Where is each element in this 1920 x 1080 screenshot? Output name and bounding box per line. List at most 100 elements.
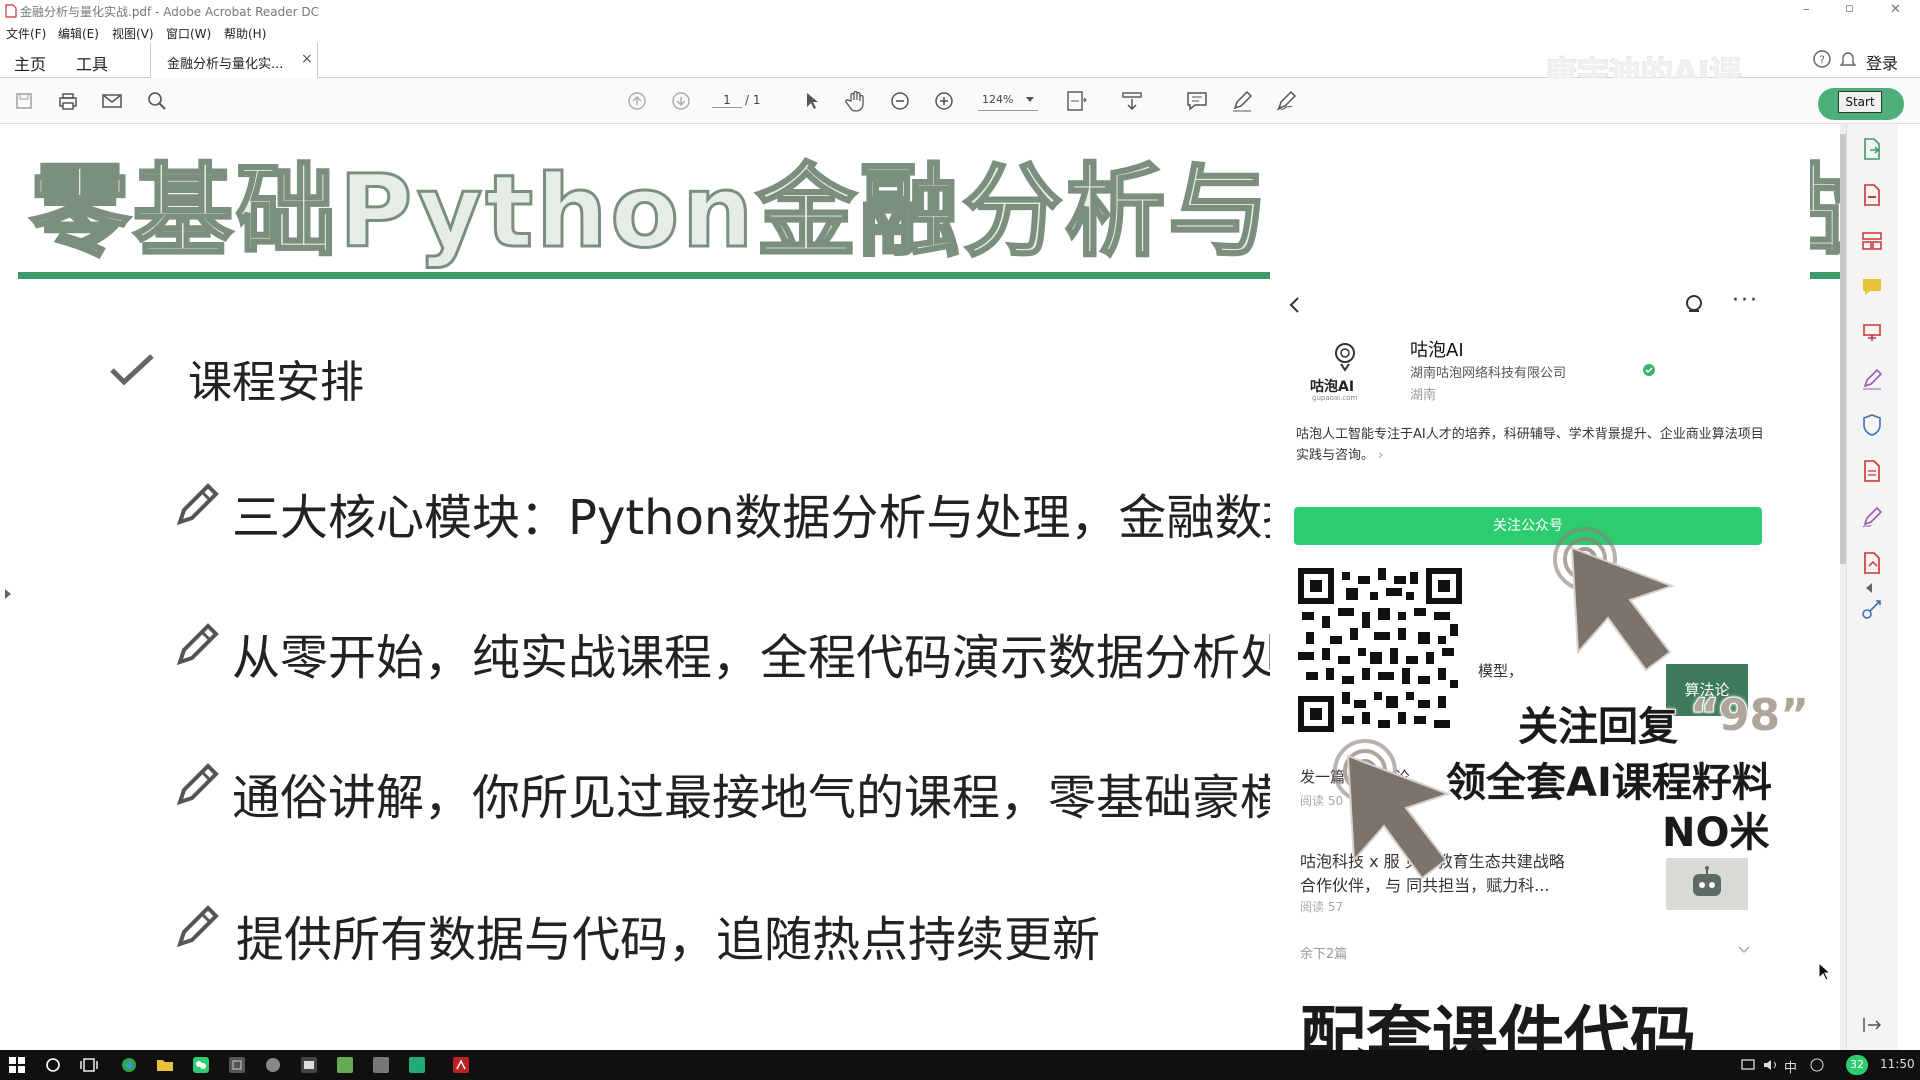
minimize-button[interactable]: – xyxy=(1803,2,1810,17)
close-tab-button[interactable]: × xyxy=(301,51,313,67)
edit-pdf-icon[interactable] xyxy=(1859,504,1885,530)
mouse-pointer-icon xyxy=(1818,962,1832,982)
scroll-mode-icon[interactable] xyxy=(1120,89,1144,113)
description-text: 咕泡人工智能专注于AI人才的培养，科研辅导、学术背景提升、企业商业算法项目实践与… xyxy=(1296,427,1764,463)
sign-icon[interactable] xyxy=(1274,89,1298,113)
account-name: 咕泡AI xyxy=(1410,340,1464,361)
zoom-in-icon[interactable] xyxy=(932,89,956,113)
select-cursor-icon[interactable] xyxy=(800,89,824,113)
folder-app-icon[interactable] xyxy=(156,1056,174,1074)
follow-button[interactable]: 关注公众号 xyxy=(1294,507,1762,545)
login-link[interactable]: 登录 xyxy=(1866,50,1898,74)
window-title: 金融分析与量化实战.pdf - Adobe Acrobat Reader DC xyxy=(20,5,320,19)
menu-window[interactable]: 窗口(W) xyxy=(166,25,211,42)
document-view: 零基础Python金融分析与量化交易实战 课程安排 三大核心模块：Python数… xyxy=(0,124,1846,1050)
bell-icon[interactable] xyxy=(1840,50,1856,68)
volume-icon[interactable] xyxy=(1762,1056,1780,1074)
chevron-down-icon[interactable] xyxy=(1738,946,1750,954)
organize-pages-icon[interactable] xyxy=(1859,228,1885,254)
tab-tools[interactable]: 工具 xyxy=(76,51,108,75)
left-panel-toggle-icon[interactable] xyxy=(4,588,12,600)
search-icon[interactable] xyxy=(145,89,169,113)
highlight-pen-icon[interactable] xyxy=(1230,89,1254,113)
input-language[interactable]: 中 xyxy=(1784,1057,1797,1076)
logo-sub: gupaoai.com xyxy=(1312,394,1358,402)
more-icon[interactable]: ··· xyxy=(1732,288,1759,313)
export-pdf-icon[interactable] xyxy=(1859,136,1885,162)
maximize-button[interactable]: ▫ xyxy=(1845,1,1854,16)
bullet-item: 从零开始，纯实战课程，全程代码演示数据分析处理 xyxy=(232,630,1337,686)
region: 湖南 xyxy=(1410,388,1437,403)
network-icon[interactable] xyxy=(1740,1056,1758,1074)
pdf-app-icon xyxy=(5,4,17,18)
hand-tool-icon[interactable] xyxy=(844,89,868,113)
save-icon[interactable] xyxy=(12,89,36,113)
chrome-app-icon[interactable] xyxy=(120,1056,138,1074)
account-description: 咕泡人工智能专注于AI人才的培养，科研辅导、学术背景提升、企业商业算法项目实践与… xyxy=(1296,424,1766,466)
zoom-out-icon[interactable] xyxy=(888,89,912,113)
menu-file[interactable]: 文件(F) xyxy=(6,25,46,42)
bullet-item: 三大核心模块：Python数据分析与处理，金融数据分 xyxy=(232,490,1359,546)
remaining-articles[interactable]: 余下2篇 xyxy=(1300,943,1347,962)
taskbar: 中 32 11:50 xyxy=(0,1050,1920,1080)
page-down-icon[interactable] xyxy=(669,89,693,113)
tray-badge[interactable]: 32 xyxy=(1846,1055,1868,1075)
zoom-select[interactable]: 124% xyxy=(978,91,1038,111)
chevron-down-icon xyxy=(1026,97,1034,103)
arrow-cursor-icon xyxy=(1344,752,1456,882)
tool-app-icon[interactable] xyxy=(228,1056,246,1074)
app-icon[interactable] xyxy=(336,1056,354,1074)
right-tools-pane xyxy=(1846,124,1898,1050)
clock[interactable]: 11:50 xyxy=(1880,1057,1915,1071)
task-view-icon[interactable] xyxy=(80,1056,98,1074)
back-icon[interactable] xyxy=(1288,296,1300,314)
collapse-pane-icon[interactable] xyxy=(1865,582,1873,594)
create-pdf-icon[interactable] xyxy=(1859,182,1885,208)
close-window-button[interactable]: ✕ xyxy=(1890,2,1901,17)
app-icon[interactable] xyxy=(408,1056,426,1074)
protect-icon[interactable] xyxy=(1859,412,1885,438)
qr-code xyxy=(1298,568,1462,732)
menu-edit[interactable]: 编辑(E) xyxy=(58,25,99,42)
robot-thumbnail xyxy=(1666,858,1748,910)
help-icon[interactable]: ? xyxy=(1812,49,1832,69)
print-icon[interactable] xyxy=(56,89,80,113)
menu-help[interactable]: 帮助(H) xyxy=(224,25,266,42)
email-icon[interactable] xyxy=(100,89,124,113)
zoom-value: 124% xyxy=(982,93,1014,106)
checkmark-icon xyxy=(108,352,156,388)
article-reads: 阅读 57 xyxy=(1300,900,1344,914)
fill-sign-icon[interactable] xyxy=(1859,366,1885,392)
page-up-icon[interactable] xyxy=(625,89,649,113)
tab-home[interactable]: 主页 xyxy=(14,51,46,75)
fit-page-icon[interactable] xyxy=(1064,89,1088,113)
scan-icon[interactable] xyxy=(1859,458,1885,484)
app-icon[interactable] xyxy=(264,1056,282,1074)
comment-tool-icon[interactable] xyxy=(1859,274,1885,300)
pencil-icon xyxy=(172,900,224,952)
send-pdf-icon[interactable] xyxy=(1859,550,1885,576)
page-total: / 1 xyxy=(745,93,761,107)
ime-icon[interactable] xyxy=(1808,1056,1826,1074)
chevron-right-icon[interactable]: › xyxy=(1378,448,1383,463)
menu-view[interactable]: 视图(V) xyxy=(112,25,154,42)
pencil-icon xyxy=(172,758,224,810)
exit-pane-icon[interactable] xyxy=(1859,1012,1885,1038)
acrobat-app-icon[interactable] xyxy=(452,1056,470,1074)
title-bar: 金融分析与量化实战.pdf - Adobe Acrobat Reader DC … xyxy=(0,0,1920,22)
windows-start-icon[interactable] xyxy=(8,1056,26,1074)
caption: 配套课件代码 xyxy=(1299,998,1698,1051)
app-icon[interactable] xyxy=(300,1056,318,1074)
search-icon[interactable] xyxy=(1684,294,1706,316)
search-icon[interactable] xyxy=(44,1056,62,1074)
share-review-icon[interactable] xyxy=(1859,320,1885,346)
start-button[interactable]: Start xyxy=(1818,88,1904,120)
more-tools-icon[interactable] xyxy=(1859,596,1885,622)
company-name: 湖南咕泡网络科技有限公司 xyxy=(1410,366,1567,381)
tab-document[interactable]: 金融分析与量化实... × xyxy=(150,42,318,78)
app-icon[interactable] xyxy=(372,1056,390,1074)
start-tooltip: Start xyxy=(1838,91,1882,113)
page-number-input[interactable]: 1 xyxy=(712,93,742,108)
wechat-app-icon[interactable] xyxy=(192,1056,210,1074)
comment-icon[interactable] xyxy=(1185,89,1209,113)
